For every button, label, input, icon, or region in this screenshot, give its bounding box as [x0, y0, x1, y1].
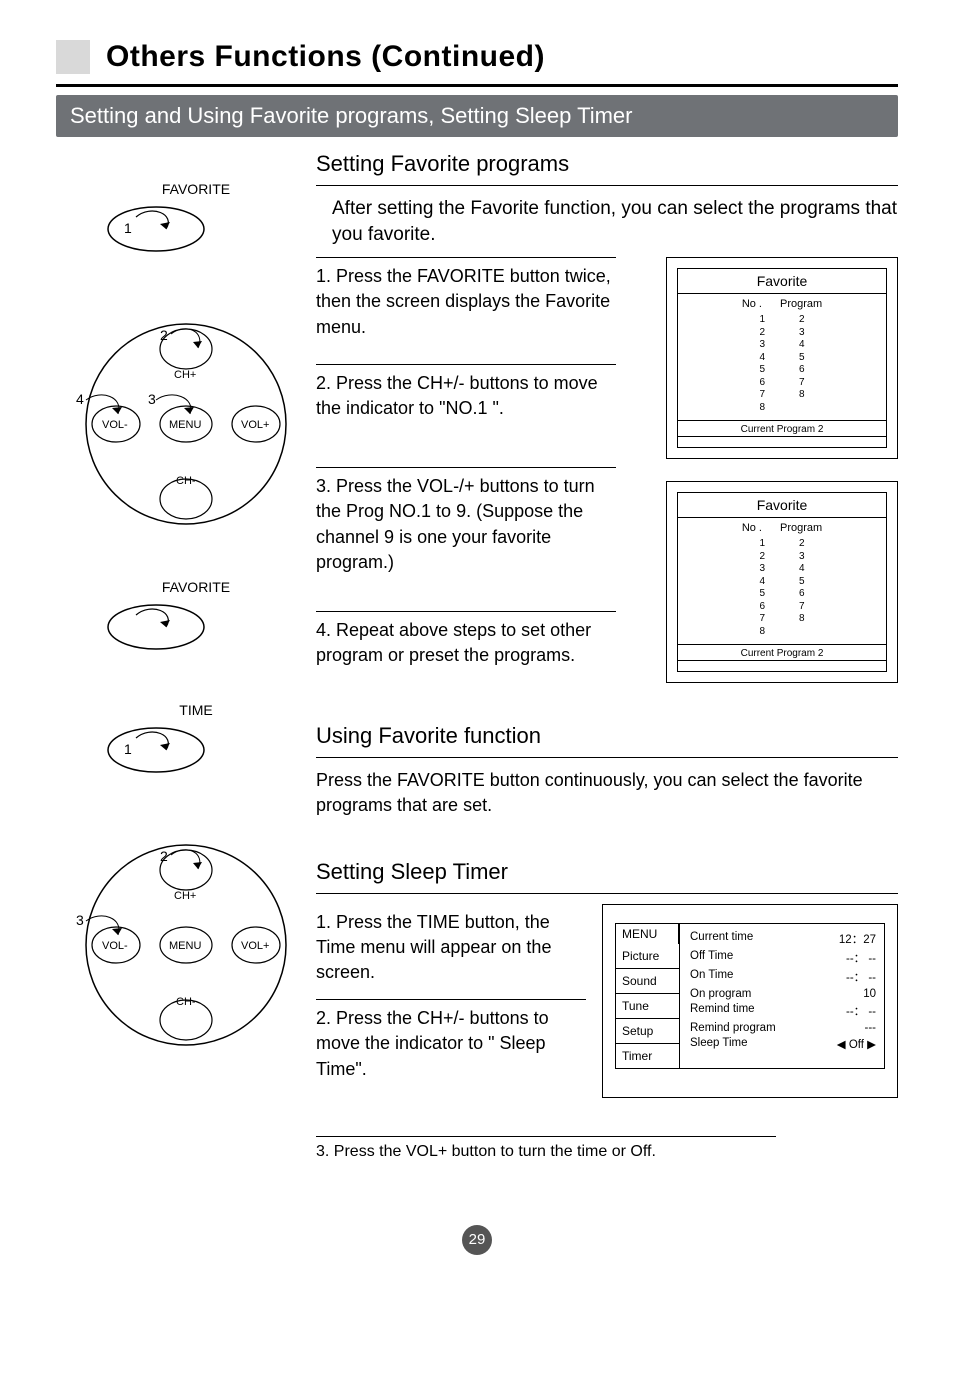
tab-setup: Setup — [615, 1019, 679, 1044]
svg-text:4: 4 — [76, 391, 84, 407]
page-number: 29 — [462, 1225, 492, 1255]
osd-title-2: Favorite — [678, 493, 886, 517]
time-button-icon: 1 — [96, 720, 216, 780]
timer-menu-row: Remind time--： -- — [690, 1002, 876, 1021]
remote-time-single: TIME 1 — [96, 702, 296, 785]
step-1-timer: 1. Press the TIME button, the Time menu … — [316, 904, 586, 1000]
osd-col-prog: Program — [780, 298, 822, 310]
step-3-timer: 3. Press the VOL+ button to turn the tim… — [316, 1136, 776, 1167]
timer-menu-row: On Time--： -- — [690, 968, 876, 987]
title-accent-block — [56, 40, 90, 74]
time-button-label: TIME — [96, 702, 296, 718]
svg-text:CH-: CH- — [176, 996, 196, 1008]
divider — [316, 185, 898, 186]
osd-timer-menu: MENU Picture Sound Tune Setup Timer Curr… — [602, 904, 898, 1098]
svg-text:3: 3 — [148, 391, 156, 407]
timer-menu-body: Current time12：27Off Time--： --On Time--… — [679, 923, 885, 1069]
svg-text:VOL-: VOL- — [102, 419, 128, 431]
timer-menu-row: Current time12：27 — [690, 930, 876, 949]
step-2-favorite: 2. Press the CH+/- buttons to move the i… — [316, 364, 616, 427]
nav-cluster-icon-2: CH+ 2 CH- VOL- VOL+ MENU 3 — [56, 825, 296, 1055]
svg-text:3: 3 — [76, 912, 84, 928]
step-4-favorite: 4. Repeat above steps to set other progr… — [316, 611, 616, 674]
timer-menu-row: Sleep Time◀ Off ▶ — [690, 1036, 876, 1053]
intro-setting-favorite: After setting the Favorite function, you… — [316, 196, 898, 247]
svg-text:CH+: CH+ — [174, 890, 196, 902]
osd-footer: Current Program 2 — [678, 420, 886, 436]
osd-no-list: 12345678 — [759, 314, 765, 414]
remote-nav-cluster-4step: CH+ 2 CH- VOL- VOL+ MENU — [56, 304, 296, 539]
osd-col-no: No . — [742, 298, 762, 310]
svg-text:1: 1 — [124, 741, 132, 757]
osd-title: Favorite — [678, 269, 886, 293]
osd-column: Favorite No . Program 12345678 2345678 C… — [666, 257, 898, 705]
remote-diagrams-column: FAVORITE 1 CH+ 2 — [56, 151, 296, 1185]
tab-timer: Timer — [615, 1044, 679, 1069]
page-title: Others Functions (Continued) — [106, 40, 545, 74]
svg-text:MENU: MENU — [169, 419, 201, 431]
osd-prog-list-2: 2345678 — [799, 538, 805, 638]
svg-text:CH+: CH+ — [174, 369, 196, 381]
svg-text:CH-: CH- — [176, 475, 196, 487]
osd-no-list-2: 12345678 — [759, 538, 765, 638]
step-1-favorite: 1. Press the FAVORITE button twice, then… — [316, 257, 616, 346]
osd-col-prog-2: Program — [780, 522, 822, 534]
osd-footer-2: Current Program 2 — [678, 644, 886, 660]
svg-text:VOL-: VOL- — [102, 940, 128, 952]
svg-text:2: 2 — [160, 327, 168, 343]
osd-favorite-2: Favorite No . Program 12345678 2345678 C… — [666, 481, 898, 683]
step-number-1: 1 — [124, 220, 132, 236]
svg-text:2: 2 — [160, 848, 168, 864]
osd-prog-list: 2345678 — [799, 314, 805, 414]
subtitle-bar: Setting and Using Favorite programs, Set… — [56, 95, 898, 137]
remote-favorite-single: FAVORITE 1 — [96, 181, 296, 264]
body-using-favorite: Press the FAVORITE button continuously, … — [316, 768, 898, 818]
remote-nav-cluster-3step: CH+ 2 CH- VOL- VOL+ MENU 3 — [56, 825, 296, 1060]
svg-text:MENU: MENU — [169, 940, 201, 952]
divider-3 — [316, 893, 898, 894]
osd-col-no-2: No . — [742, 522, 762, 534]
heading-using-favorite: Using Favorite function — [316, 723, 898, 749]
divider-2 — [316, 757, 898, 758]
tab-sound: Sound — [615, 969, 679, 994]
page-title-row: Others Functions (Continued) — [56, 40, 898, 74]
favorite-button-icon-2 — [96, 597, 216, 657]
favorite-button-label: FAVORITE — [96, 181, 296, 197]
step-3-favorite: 3. Press the VOL-/+ buttons to turn the … — [316, 467, 616, 581]
remote-favorite-single-2: FAVORITE — [96, 579, 296, 662]
svg-text:VOL+: VOL+ — [241, 419, 269, 431]
nav-cluster-icon: CH+ 2 CH- VOL- VOL+ MENU — [56, 304, 296, 534]
osd-favorite-1: Favorite No . Program 12345678 2345678 C… — [666, 257, 898, 459]
heading-setting-favorite: Setting Favorite programs — [316, 151, 898, 177]
title-divider — [56, 84, 898, 87]
tab-picture: Picture — [615, 944, 679, 969]
heading-sleep-timer: Setting Sleep Timer — [316, 859, 898, 885]
favorite-button-label-2: FAVORITE — [96, 579, 296, 595]
favorite-button-icon: 1 — [96, 199, 216, 259]
step-2-timer: 2. Press the CH+/- buttons to move the i… — [316, 999, 586, 1088]
svg-text:VOL+: VOL+ — [241, 940, 269, 952]
tab-tune: Tune — [615, 994, 679, 1019]
timer-menu-row: Remind program--- — [690, 1021, 876, 1036]
timer-menu-row: Off Time--： -- — [690, 949, 876, 968]
timer-menu-row: On program10 — [690, 987, 876, 1002]
timer-menu-label: MENU — [615, 923, 679, 944]
